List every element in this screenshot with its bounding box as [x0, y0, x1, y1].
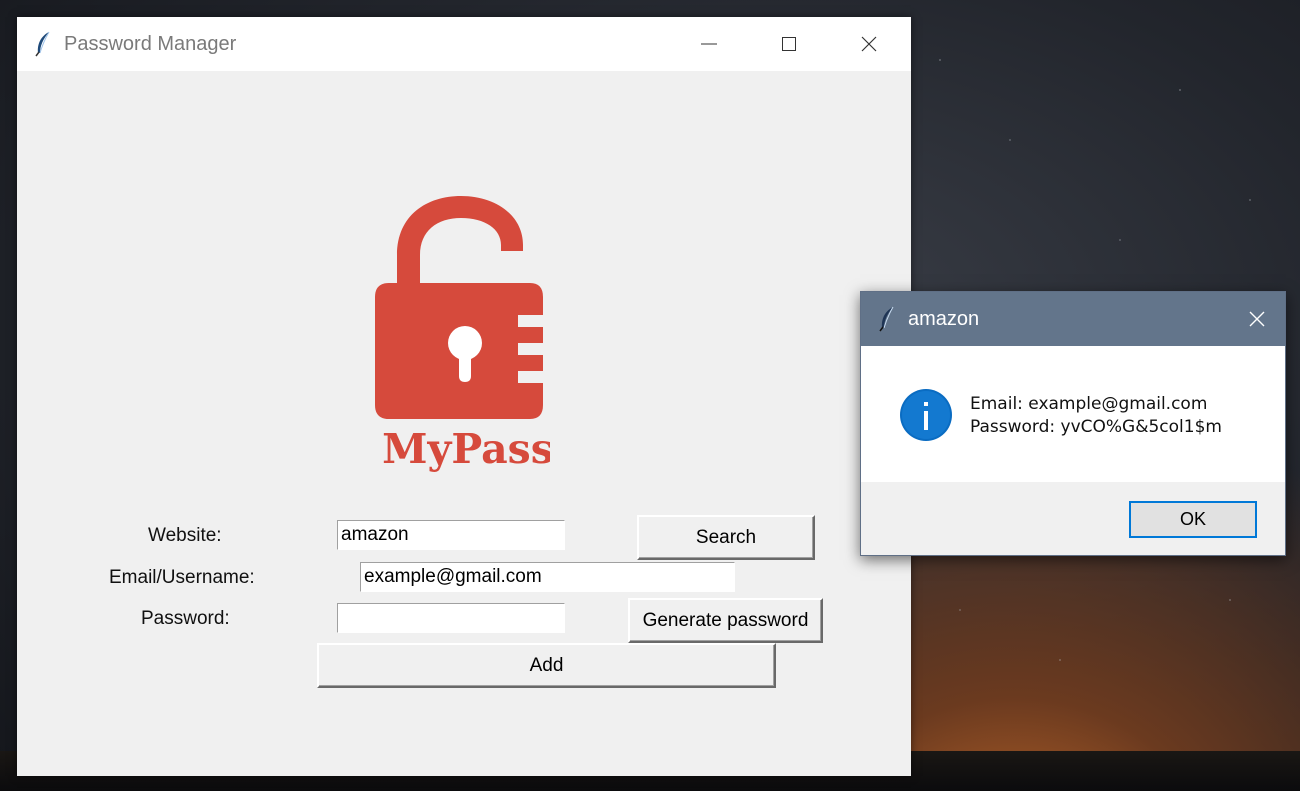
password-label: Password:	[141, 608, 230, 629]
main-titlebar[interactable]: Password Manager	[17, 17, 911, 71]
close-button[interactable]	[829, 17, 909, 71]
dialog-message-password: Password: yvCO%G&5col1$m	[970, 417, 1222, 437]
feather-icon	[879, 306, 894, 332]
website-input[interactable]: amazon	[337, 520, 565, 550]
generate-password-button[interactable]: Generate password	[628, 598, 823, 643]
email-input[interactable]: example@gmail.com	[360, 562, 735, 592]
info-icon	[900, 389, 952, 441]
logo-text: MyPass	[382, 425, 550, 473]
password-manager-window: Password Manager MyPass Website: amazon …	[17, 17, 911, 776]
maximize-icon	[782, 37, 796, 51]
dialog-body: Email: example@gmail.com Password: yvCO%…	[861, 346, 1285, 482]
info-dialog: amazon Email: example@gmail.com Password…	[860, 291, 1286, 556]
close-icon	[1249, 311, 1265, 327]
dialog-titlebar[interactable]: amazon	[861, 292, 1285, 346]
search-button[interactable]: Search	[637, 515, 815, 560]
add-button[interactable]: Add	[317, 643, 776, 688]
email-label: Email/Username:	[109, 567, 255, 588]
minimize-button[interactable]	[669, 17, 749, 71]
dialog-close-button[interactable]	[1229, 292, 1285, 346]
mypass-logo: MyPass	[375, 196, 550, 473]
minimize-icon	[701, 43, 717, 45]
feather-icon	[35, 31, 50, 57]
maximize-button[interactable]	[749, 17, 829, 71]
website-label: Website:	[148, 525, 222, 546]
dialog-message-email: Email: example@gmail.com	[970, 394, 1208, 414]
close-icon	[861, 36, 877, 52]
password-input[interactable]	[337, 603, 565, 633]
dialog-footer: OK	[861, 482, 1285, 555]
ok-button[interactable]: OK	[1129, 501, 1257, 538]
window-title: Password Manager	[64, 33, 237, 55]
dialog-title: amazon	[908, 308, 980, 330]
